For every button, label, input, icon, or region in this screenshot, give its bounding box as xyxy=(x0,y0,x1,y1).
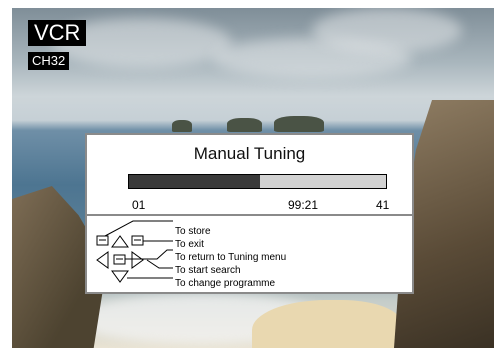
legend-exit: To exit xyxy=(175,239,204,250)
down-arrow-icon xyxy=(111,270,129,283)
panel-title: Manual Tuning xyxy=(193,144,306,163)
tuning-progress-bar xyxy=(128,174,387,189)
key-legend: To store To exit To return to Tuning men… xyxy=(87,216,412,292)
left-arrow-icon xyxy=(96,251,109,269)
legend-store: To store xyxy=(175,226,211,237)
tuning-progress-fill xyxy=(129,175,261,188)
channel-value: 41 xyxy=(376,198,390,212)
right-arrow-icon xyxy=(131,251,144,269)
sea-rock xyxy=(172,120,192,132)
legend-change: To change programme xyxy=(175,278,276,289)
legend-search: To start search xyxy=(175,265,241,276)
sea-rock xyxy=(227,118,262,132)
frequency-value: 99:21 xyxy=(288,198,319,212)
legend-return: To return to Tuning menu xyxy=(175,252,287,263)
vcr-mode-label: VCR xyxy=(28,20,87,46)
channel-label: CH32 xyxy=(28,52,70,70)
sea-rock xyxy=(274,116,324,132)
tuning-status-section: Manual Tuning 01 99:21 41 xyxy=(87,135,412,216)
manual-tuning-panel: Manual Tuning 01 99:21 41 To store To ex… xyxy=(85,133,414,294)
up-arrow-icon xyxy=(111,235,129,248)
programme-number: 01 xyxy=(132,198,146,212)
cloud xyxy=(312,8,462,53)
